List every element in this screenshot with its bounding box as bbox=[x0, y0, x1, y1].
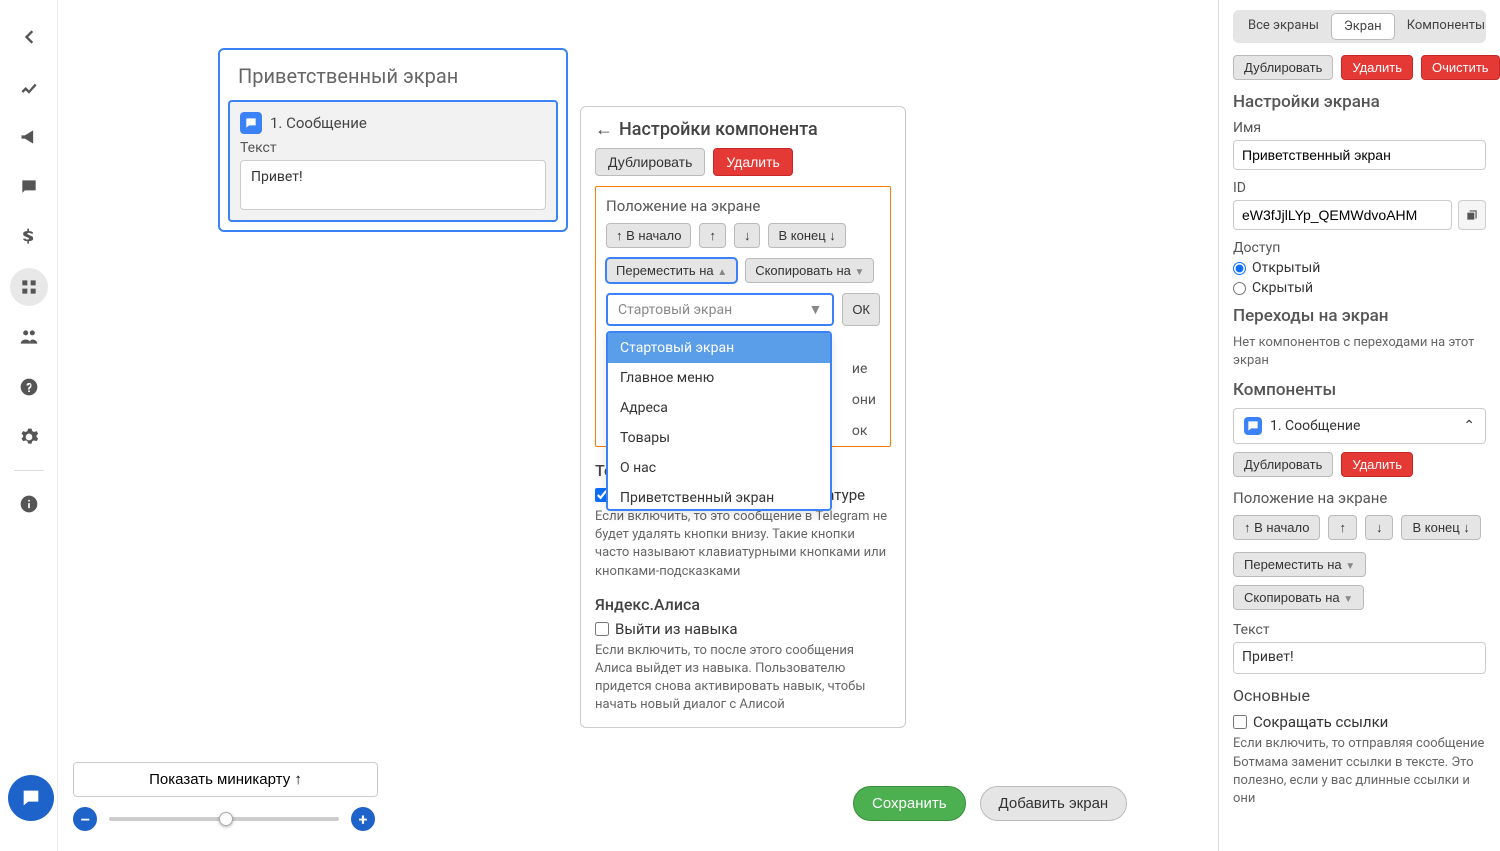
nav-info[interactable] bbox=[10, 485, 48, 523]
canvas[interactable]: Приветственный экран 1. Сообщение Текст … bbox=[58, 0, 1218, 851]
name-label: Имя bbox=[1233, 120, 1486, 136]
name-input[interactable] bbox=[1233, 140, 1486, 170]
ok-button[interactable]: ОК bbox=[842, 293, 880, 326]
alice-section: Яндекс.Алиса Выйти из навыка Если включи… bbox=[595, 595, 891, 715]
dropdown-option[interactable]: Стартовый экран bbox=[608, 333, 830, 363]
right-text-label: Текст bbox=[1233, 622, 1486, 638]
right-move-up-button[interactable]: ↑ bbox=[1328, 515, 1357, 540]
nav-messages[interactable] bbox=[10, 168, 48, 206]
nav-analytics[interactable] bbox=[10, 68, 48, 106]
component-list-item[interactable]: 1. Сообщение ⌃ bbox=[1233, 408, 1486, 444]
right-text-input[interactable]: Привет! bbox=[1233, 642, 1486, 674]
alice-exit-checkbox[interactable] bbox=[595, 622, 609, 636]
nav-flow[interactable] bbox=[10, 268, 48, 306]
dropdown-option[interactable]: О нас bbox=[608, 453, 830, 483]
toggle-minimap-button[interactable]: Показать миникарту ↑ bbox=[73, 762, 378, 797]
tab-components[interactable]: Компоненты bbox=[1395, 13, 1497, 40]
component-settings-panel: ←Настройки компонента Дублировать Удалит… bbox=[580, 106, 906, 728]
right-position-title: Положение на экране bbox=[1233, 489, 1486, 507]
dropdown-option[interactable]: Приветственный экран bbox=[608, 483, 830, 511]
tab-all-screens[interactable]: Все экраны bbox=[1236, 13, 1331, 40]
screen-settings-title: Настройки экрана bbox=[1233, 92, 1486, 112]
comp-duplicate-button[interactable]: Дублировать bbox=[1233, 452, 1333, 477]
right-move-to-button[interactable]: Переместить на ▼ bbox=[1233, 552, 1366, 577]
position-box: Положение на экране ↑ В начало ↑ ↓ В кон… bbox=[595, 186, 891, 447]
to-start-button[interactable]: ↑ В начало bbox=[606, 223, 691, 248]
nav-users[interactable] bbox=[10, 318, 48, 356]
right-to-start-button[interactable]: ↑ В начало bbox=[1233, 515, 1320, 540]
transitions-title: Переходы на экран bbox=[1233, 306, 1486, 326]
delete-button[interactable]: Удалить bbox=[713, 148, 792, 176]
panel-tabs: Все экраны Экран Компоненты bbox=[1233, 10, 1486, 43]
transitions-empty: Нет компонентов с переходами на этот экр… bbox=[1233, 334, 1486, 370]
save-button[interactable]: Сохранить bbox=[853, 786, 966, 821]
panel-title: ←Настройки компонента bbox=[595, 119, 891, 140]
position-title: Положение на экране bbox=[606, 197, 880, 215]
support-chat-button[interactable] bbox=[8, 775, 54, 821]
short-links-checkbox[interactable] bbox=[1233, 715, 1247, 729]
add-screen-button[interactable]: Добавить экран bbox=[980, 786, 1128, 821]
left-nav bbox=[0, 0, 58, 851]
component-block[interactable]: 1. Сообщение Текст Привет! bbox=[228, 100, 558, 222]
screen-delete-button[interactable]: Удалить bbox=[1341, 55, 1413, 80]
move-to-button[interactable]: Переместить на ▲ bbox=[606, 258, 737, 283]
text-value: Привет! bbox=[240, 160, 546, 210]
back-arrow-icon[interactable]: ← bbox=[595, 119, 613, 140]
dropdown-option[interactable]: Адреса bbox=[608, 393, 830, 423]
move-down-button[interactable]: ↓ bbox=[734, 223, 761, 248]
zoom-in-button[interactable]: + bbox=[351, 807, 375, 831]
screen-duplicate-button[interactable]: Дублировать bbox=[1233, 55, 1333, 80]
text-label: Текст bbox=[240, 140, 546, 156]
nav-back[interactable] bbox=[10, 18, 48, 56]
bottom-left-controls: Показать миникарту ↑ – + bbox=[73, 762, 378, 831]
screen-clear-button[interactable]: Очистить bbox=[1421, 55, 1500, 80]
screen-title: Приветственный экран bbox=[220, 50, 566, 100]
id-label: ID bbox=[1233, 180, 1486, 196]
components-title: Компоненты bbox=[1233, 380, 1486, 400]
access-hidden-radio[interactable] bbox=[1233, 282, 1246, 295]
message-icon bbox=[1244, 417, 1262, 435]
right-copy-to-button[interactable]: Скопировать на ▼ bbox=[1233, 585, 1364, 610]
right-move-down-button[interactable]: ↓ bbox=[1365, 515, 1394, 540]
screen-dropdown: Стартовый экран Главное меню Адреса Това… bbox=[606, 331, 832, 511]
message-icon bbox=[240, 112, 262, 134]
bottom-action-buttons: Сохранить Добавить экран bbox=[853, 786, 1127, 821]
copy-to-button[interactable]: Скопировать на ▼ bbox=[745, 258, 874, 283]
chevron-up-icon: ⌃ bbox=[1463, 418, 1475, 434]
dropdown-option[interactable]: Товары bbox=[608, 423, 830, 453]
chevron-down-icon: ▼ bbox=[808, 301, 822, 318]
right-panel: Все экраны Экран Компоненты Дублировать … bbox=[1218, 0, 1500, 851]
access-label: Доступ bbox=[1233, 240, 1486, 256]
zoom-slider[interactable] bbox=[109, 817, 339, 821]
component-badge: 1. Сообщение bbox=[270, 114, 367, 132]
duplicate-button[interactable]: Дублировать bbox=[595, 148, 705, 176]
nav-settings[interactable] bbox=[10, 418, 48, 456]
access-open-radio[interactable] bbox=[1233, 262, 1246, 275]
right-to-end-button[interactable]: В конец ↓ bbox=[1401, 515, 1480, 540]
id-input[interactable] bbox=[1233, 200, 1452, 230]
dropdown-option[interactable]: Главное меню bbox=[608, 363, 830, 393]
copy-id-button[interactable] bbox=[1458, 200, 1486, 230]
nav-help[interactable] bbox=[10, 368, 48, 406]
nav-payments[interactable] bbox=[10, 218, 48, 256]
screen-select[interactable]: Стартовый экран ▼ bbox=[606, 293, 834, 326]
comp-delete-button[interactable]: Удалить bbox=[1341, 452, 1413, 477]
zoom-thumb[interactable] bbox=[219, 812, 233, 826]
to-end-button[interactable]: В конец ↓ bbox=[768, 223, 845, 248]
move-up-button[interactable]: ↑ bbox=[699, 223, 726, 248]
zoom-out-button[interactable]: – bbox=[73, 807, 97, 831]
screen-card[interactable]: Приветственный экран 1. Сообщение Текст … bbox=[218, 48, 568, 232]
main-title: Основные bbox=[1233, 686, 1486, 705]
tab-screen[interactable]: Экран bbox=[1331, 13, 1395, 40]
nav-broadcast[interactable] bbox=[10, 118, 48, 156]
